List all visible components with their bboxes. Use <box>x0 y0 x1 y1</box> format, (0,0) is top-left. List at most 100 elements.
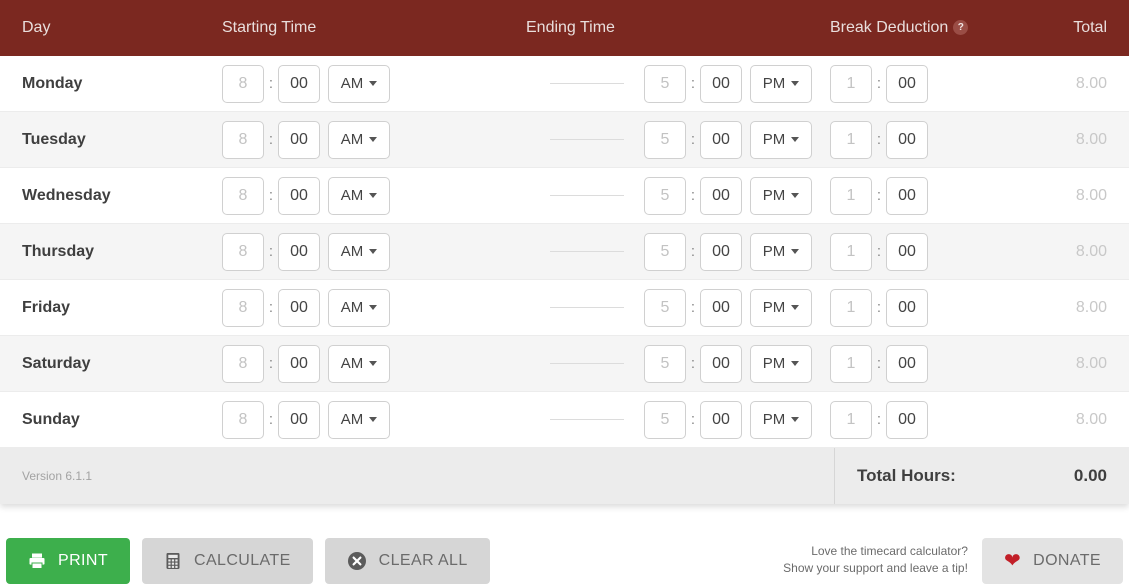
time-range-separator <box>550 251 624 252</box>
break-minute-input[interactable] <box>886 176 928 215</box>
end-minute-input[interactable] <box>700 176 742 215</box>
help-icon[interactable]: ? <box>953 20 969 35</box>
printer-icon <box>28 552 46 570</box>
heart-icon: ❤ <box>1003 550 1022 572</box>
start-hour-input[interactable] <box>222 120 264 159</box>
break-hour-input[interactable] <box>830 344 872 383</box>
column-header-break-deduction-label: Break Deduction <box>830 19 949 36</box>
end-minute-input[interactable] <box>700 232 742 271</box>
break-hour-input[interactable] <box>830 232 872 271</box>
start-ampm-value: AM <box>340 131 364 148</box>
time-separator: : <box>268 411 274 428</box>
end-hour-input[interactable] <box>644 344 686 383</box>
start-ampm-select[interactable]: AM <box>328 232 390 271</box>
end-hour-input[interactable] <box>644 400 686 439</box>
end-minute-input[interactable] <box>700 120 742 159</box>
break-minute-input[interactable] <box>886 288 928 327</box>
start-minute-input[interactable] <box>278 288 320 327</box>
end-minute-input[interactable] <box>700 64 742 103</box>
row-total-value: 8.00 <box>1075 410 1107 428</box>
start-hour-input[interactable] <box>222 232 264 271</box>
end-ampm-select[interactable]: PM <box>750 176 812 215</box>
start-minute-input[interactable] <box>278 64 320 103</box>
start-ampm-select[interactable]: AM <box>328 400 390 439</box>
end-minute-input[interactable] <box>700 288 742 327</box>
column-header-break-deduction: Break Deduction? <box>830 19 1020 37</box>
break-hour-input[interactable] <box>830 120 872 159</box>
start-minute-input[interactable] <box>278 344 320 383</box>
start-ampm-select[interactable]: AM <box>328 344 390 383</box>
time-separator: : <box>876 187 882 204</box>
time-separator: : <box>876 131 882 148</box>
break-deduction-group: : <box>830 400 1020 439</box>
start-minute-input[interactable] <box>278 232 320 271</box>
end-hour-input[interactable] <box>644 232 686 271</box>
print-button[interactable]: PRINT <box>6 538 130 584</box>
chevron-down-icon <box>369 137 378 142</box>
end-minute-input[interactable] <box>700 344 742 383</box>
chevron-down-icon <box>791 249 800 254</box>
print-button-label: PRINT <box>58 552 108 569</box>
time-range-separator <box>550 83 624 84</box>
end-ampm-select[interactable]: PM <box>750 400 812 439</box>
end-hour-input[interactable] <box>644 176 686 215</box>
break-hour-input[interactable] <box>830 288 872 327</box>
break-deduction-group: : <box>830 344 1020 383</box>
start-minute-input[interactable] <box>278 120 320 159</box>
end-ampm-select[interactable]: PM <box>750 232 812 271</box>
end-hour-input[interactable] <box>644 64 686 103</box>
end-hour-input[interactable] <box>644 288 686 327</box>
chevron-down-icon <box>791 81 800 86</box>
chevron-down-icon <box>369 361 378 366</box>
total-hours-value: 0.00 <box>1073 466 1107 485</box>
break-minute-input[interactable] <box>886 120 928 159</box>
time-separator: : <box>876 243 882 260</box>
break-minute-input[interactable] <box>886 344 928 383</box>
start-hour-input[interactable] <box>222 176 264 215</box>
table-row: Wednesday: AM: PM: 8.00 <box>0 168 1129 224</box>
end-ampm-value: PM <box>762 411 786 428</box>
table-row: Friday: AM: PM: 8.00 <box>0 280 1129 336</box>
start-minute-input[interactable] <box>278 400 320 439</box>
starting-time-group: : AM <box>222 232 526 271</box>
end-hour-input[interactable] <box>644 120 686 159</box>
break-minute-input[interactable] <box>886 64 928 103</box>
start-ampm-select[interactable]: AM <box>328 120 390 159</box>
start-ampm-select[interactable]: AM <box>328 176 390 215</box>
end-ampm-select[interactable]: PM <box>750 344 812 383</box>
end-ampm-select[interactable]: PM <box>750 288 812 327</box>
start-ampm-select[interactable]: AM <box>328 64 390 103</box>
break-minute-input[interactable] <box>886 232 928 271</box>
ending-time-group: : PM <box>526 176 830 215</box>
ending-time-group: : PM <box>526 288 830 327</box>
start-hour-input[interactable] <box>222 344 264 383</box>
chevron-down-icon <box>369 249 378 254</box>
end-minute-input[interactable] <box>700 400 742 439</box>
end-ampm-select[interactable]: PM <box>750 64 812 103</box>
start-hour-input[interactable] <box>222 64 264 103</box>
calculate-button[interactable]: CALCULATE <box>142 538 313 584</box>
break-deduction-group: : <box>830 288 1020 327</box>
break-hour-input[interactable] <box>830 400 872 439</box>
time-separator: : <box>268 187 274 204</box>
start-hour-input[interactable] <box>222 400 264 439</box>
break-hour-input[interactable] <box>830 64 872 103</box>
row-total-value: 8.00 <box>1075 186 1107 204</box>
start-ampm-select[interactable]: AM <box>328 288 390 327</box>
day-label: Sunday <box>22 410 80 428</box>
start-ampm-value: AM <box>340 187 364 204</box>
time-range-separator <box>550 363 624 364</box>
donate-button[interactable]: ❤ DONATE <box>981 538 1123 584</box>
break-hour-input[interactable] <box>830 176 872 215</box>
clear-all-button[interactable]: CLEAR ALL <box>324 538 490 584</box>
break-minute-input[interactable] <box>886 400 928 439</box>
clear-all-button-label: CLEAR ALL <box>378 552 468 569</box>
table-row: Thursday: AM: PM: 8.00 <box>0 224 1129 280</box>
day-label: Monday <box>22 74 83 92</box>
start-minute-input[interactable] <box>278 176 320 215</box>
row-total-value: 8.00 <box>1075 354 1107 372</box>
chevron-down-icon <box>791 417 800 422</box>
start-hour-input[interactable] <box>222 288 264 327</box>
column-header-starting-time: Starting Time <box>222 19 317 36</box>
end-ampm-select[interactable]: PM <box>750 120 812 159</box>
